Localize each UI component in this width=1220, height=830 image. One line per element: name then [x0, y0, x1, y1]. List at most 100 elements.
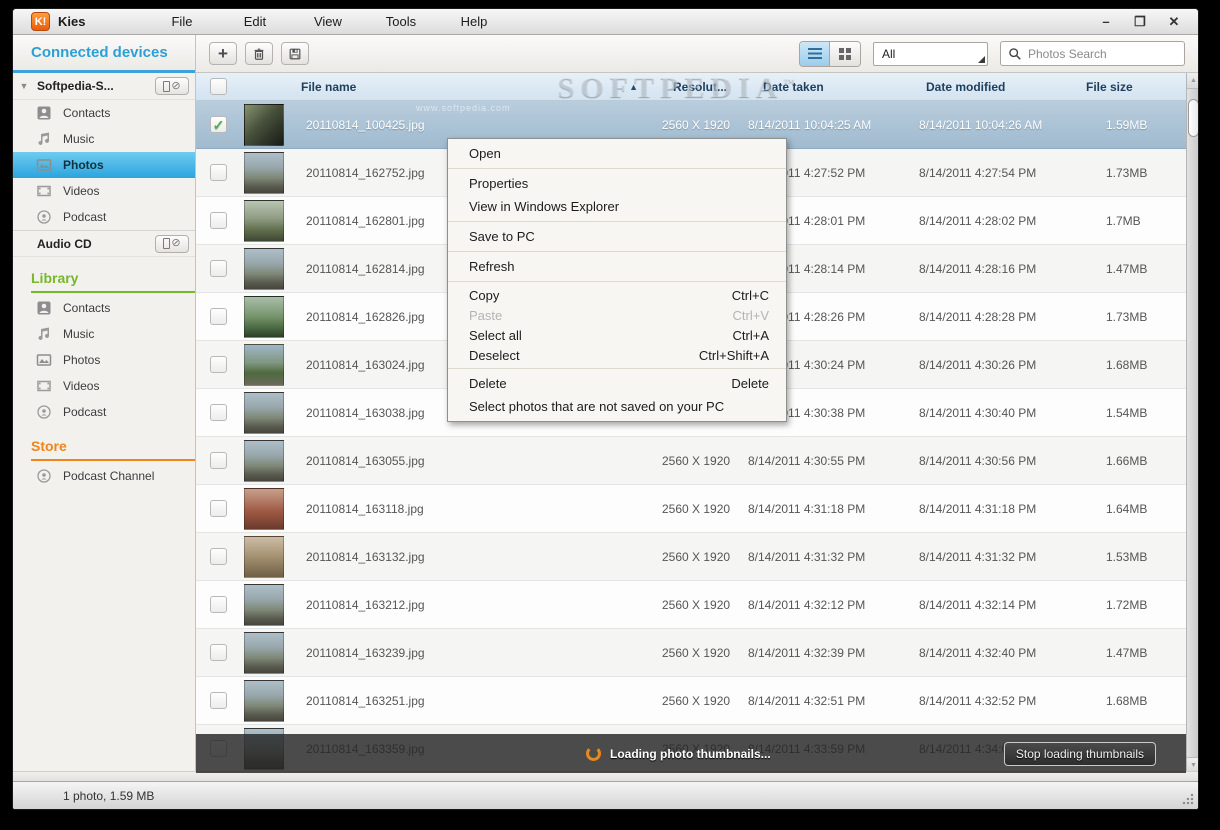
row-checkbox[interactable]: ✓ — [210, 404, 227, 421]
sidebar-library-item-contacts[interactable]: Contacts — [13, 295, 195, 321]
minimize-button[interactable]: – — [1096, 14, 1116, 30]
table-row[interactable]: ✓ 20110814_163212.jpg 2560 X 1920 8/14/2011… — [196, 581, 1186, 629]
photo-thumbnail[interactable] — [244, 679, 284, 722]
photo-thumbnail[interactable] — [244, 391, 284, 434]
slash-icon: ⊘ — [171, 237, 181, 249]
menu-view[interactable]: View — [291, 14, 364, 29]
date-modified-column-header[interactable]: Date modified — [901, 80, 1076, 94]
photo-thumbnail[interactable] — [244, 199, 284, 242]
photo-thumbnail[interactable] — [244, 535, 284, 578]
eject-cd-button[interactable]: ⊘ — [155, 234, 189, 253]
row-checkbox[interactable]: ✓ — [210, 164, 227, 181]
row-checkbox[interactable]: ✓ — [210, 548, 227, 565]
select-all-checkbox[interactable]: ✓ — [210, 78, 227, 95]
table-row[interactable]: ✓ 20110814_163132.jpg 2560 X 1920 8/14/2011… — [196, 533, 1186, 581]
sidebar-device-item-contacts[interactable]: Contacts — [13, 100, 195, 126]
context-menu-shortcut: Delete — [731, 376, 769, 391]
resolution: 2560 X 1920 — [662, 501, 731, 516]
menu-tools[interactable]: Tools — [364, 14, 437, 29]
context-menu-item-view-in-windows-explorer[interactable]: View in Windows Explorer — [448, 195, 786, 218]
photo-thumbnail[interactable] — [244, 151, 284, 194]
vertical-scrollbar[interactable]: ▲ ▼ — [1186, 73, 1198, 773]
row-checkbox[interactable]: ✓ — [210, 596, 227, 613]
context-menu-item-select-photos-that-are-not-saved-on-your-pc[interactable]: Select photos that are not saved on your… — [448, 395, 786, 418]
add-button[interactable]: + — [209, 42, 237, 65]
row-checkbox[interactable]: ✓ — [210, 260, 227, 277]
row-checkbox[interactable]: ✓ — [210, 452, 227, 469]
sidebar-audio-cd-row[interactable]: Audio CD ⊘ — [13, 230, 195, 263]
photo-thumbnail[interactable] — [244, 439, 284, 482]
maximize-button[interactable]: ❐ — [1130, 14, 1150, 30]
photo-thumbnail[interactable] — [244, 103, 284, 146]
context-menu-item-label: Save to PC — [469, 229, 535, 244]
scrollbar-thumb[interactable] — [1188, 99, 1198, 137]
list-view-button[interactable] — [800, 41, 830, 66]
cell-check: ✓ — [196, 644, 241, 661]
sidebar-library-item-podcast[interactable]: Podcast — [13, 399, 195, 425]
context-menu-item-paste: Paste Ctrl+V — [448, 305, 786, 325]
delete-button[interactable] — [245, 42, 273, 65]
scroll-up-arrow-icon[interactable]: ▲ — [1187, 73, 1198, 89]
close-button[interactable]: ✕ — [1164, 14, 1184, 30]
photo-thumbnail[interactable] — [244, 343, 284, 386]
menu-help[interactable]: Help — [437, 14, 510, 29]
sort-ascending-icon[interactable]: ▲ — [629, 82, 638, 92]
sidebar-store-item-podcast-channel[interactable]: Podcast Channel — [13, 463, 195, 489]
sidebar-device-item-photos[interactable]: Photos — [13, 152, 195, 178]
sidebar-device-item-podcast[interactable]: Podcast — [13, 204, 195, 230]
table-row[interactable]: ✓ 20110814_163251.jpg 2560 X 1920 8/14/2011… — [196, 677, 1186, 725]
stop-loading-thumbnails-button[interactable]: Stop loading thumbnails — [1003, 741, 1156, 766]
table-row[interactable]: ✓ 20110814_163055.jpg 2560 X 1920 8/14/2011… — [196, 437, 1186, 485]
resolution-column-header[interactable]: Resolut... — [646, 80, 746, 94]
context-menu-item-refresh[interactable]: Refresh — [448, 255, 786, 278]
sidebar-device-item-contacts-label: Contacts — [63, 106, 111, 120]
table-row[interactable]: ✓ 20110814_163118.jpg 2560 X 1920 8/14/2011… — [196, 485, 1186, 533]
table-header: ✓ File name ▲ Resolut... Date taken Date… — [196, 73, 1186, 101]
menu-edit[interactable]: Edit — [218, 14, 291, 29]
context-menu-item-open[interactable]: Open — [448, 142, 786, 165]
grid-view-button[interactable] — [830, 41, 860, 66]
photo-thumbnail[interactable] — [244, 487, 284, 530]
menu-file[interactable]: File — [145, 14, 218, 29]
context-menu-item-save-to-pc[interactable]: Save to PC — [448, 225, 786, 248]
row-checkbox[interactable]: ✓ — [210, 692, 227, 709]
row-checkbox[interactable]: ✓ — [210, 212, 227, 229]
sidebar-device-item-music[interactable]: Music — [13, 126, 195, 152]
save-button[interactable] — [281, 42, 309, 65]
search-input[interactable] — [1028, 46, 1168, 61]
sidebar-device-item-videos[interactable]: Videos — [13, 178, 195, 204]
search-box[interactable] — [1000, 41, 1185, 66]
sidebar-library-item-music[interactable]: Music — [13, 321, 195, 347]
context-menu-item-select-all[interactable]: Select all Ctrl+A — [448, 325, 786, 345]
context-menu-item-properties[interactable]: Properties — [448, 172, 786, 195]
context-menu-item-copy[interactable]: Copy Ctrl+C — [448, 285, 786, 305]
photo-thumbnail[interactable] — [244, 631, 284, 674]
disconnect-device-button[interactable]: ⊘ — [155, 77, 189, 95]
sidebar-library-item-photos[interactable]: Photos — [13, 347, 195, 373]
row-checkbox[interactable]: ✓ — [210, 356, 227, 373]
row-checkbox[interactable]: ✓ — [210, 116, 227, 133]
sidebar-device-row[interactable]: ▼ Softpedia-S... ⊘ — [13, 73, 195, 105]
file-size: 1.66MB — [1106, 453, 1148, 468]
context-menu-item-deselect[interactable]: Deselect Ctrl+Shift+A — [448, 345, 786, 365]
file-name-column-header[interactable]: File name ▲ — [296, 80, 646, 94]
file-size-column-header[interactable]: File size — [1076, 80, 1186, 94]
date-modified: 8/14/2011 4:28:02 PM — [919, 213, 1037, 228]
context-menu-item-delete[interactable]: Delete Delete — [448, 372, 786, 395]
cell-res: 2560 X 1920 — [646, 118, 746, 132]
resize-grip[interactable] — [1182, 793, 1194, 805]
photo-thumbnail[interactable] — [244, 583, 284, 626]
photo-thumbnail[interactable] — [244, 295, 284, 338]
row-checkbox[interactable]: ✓ — [210, 500, 227, 517]
titlebar[interactable]: K! Kies File Edit View Tools Help – ❐ ✕ — [13, 9, 1198, 35]
filter-dropdown[interactable]: All — [873, 41, 988, 66]
row-checkbox[interactable]: ✓ — [210, 308, 227, 325]
date-taken-column-header[interactable]: Date taken — [746, 80, 901, 94]
file-name: 20110814_163132.jpg — [306, 549, 425, 564]
sidebar-library-item-videos[interactable]: Videos — [13, 373, 195, 399]
photo-thumbnail[interactable] — [244, 247, 284, 290]
cell-taken: 8/14/2011 4:32:51 PM — [746, 694, 901, 708]
table-row[interactable]: ✓ 20110814_163239.jpg 2560 X 1920 8/14/2011… — [196, 629, 1186, 677]
row-checkbox[interactable]: ✓ — [210, 644, 227, 661]
chevron-down-icon[interactable]: ▼ — [17, 81, 31, 91]
